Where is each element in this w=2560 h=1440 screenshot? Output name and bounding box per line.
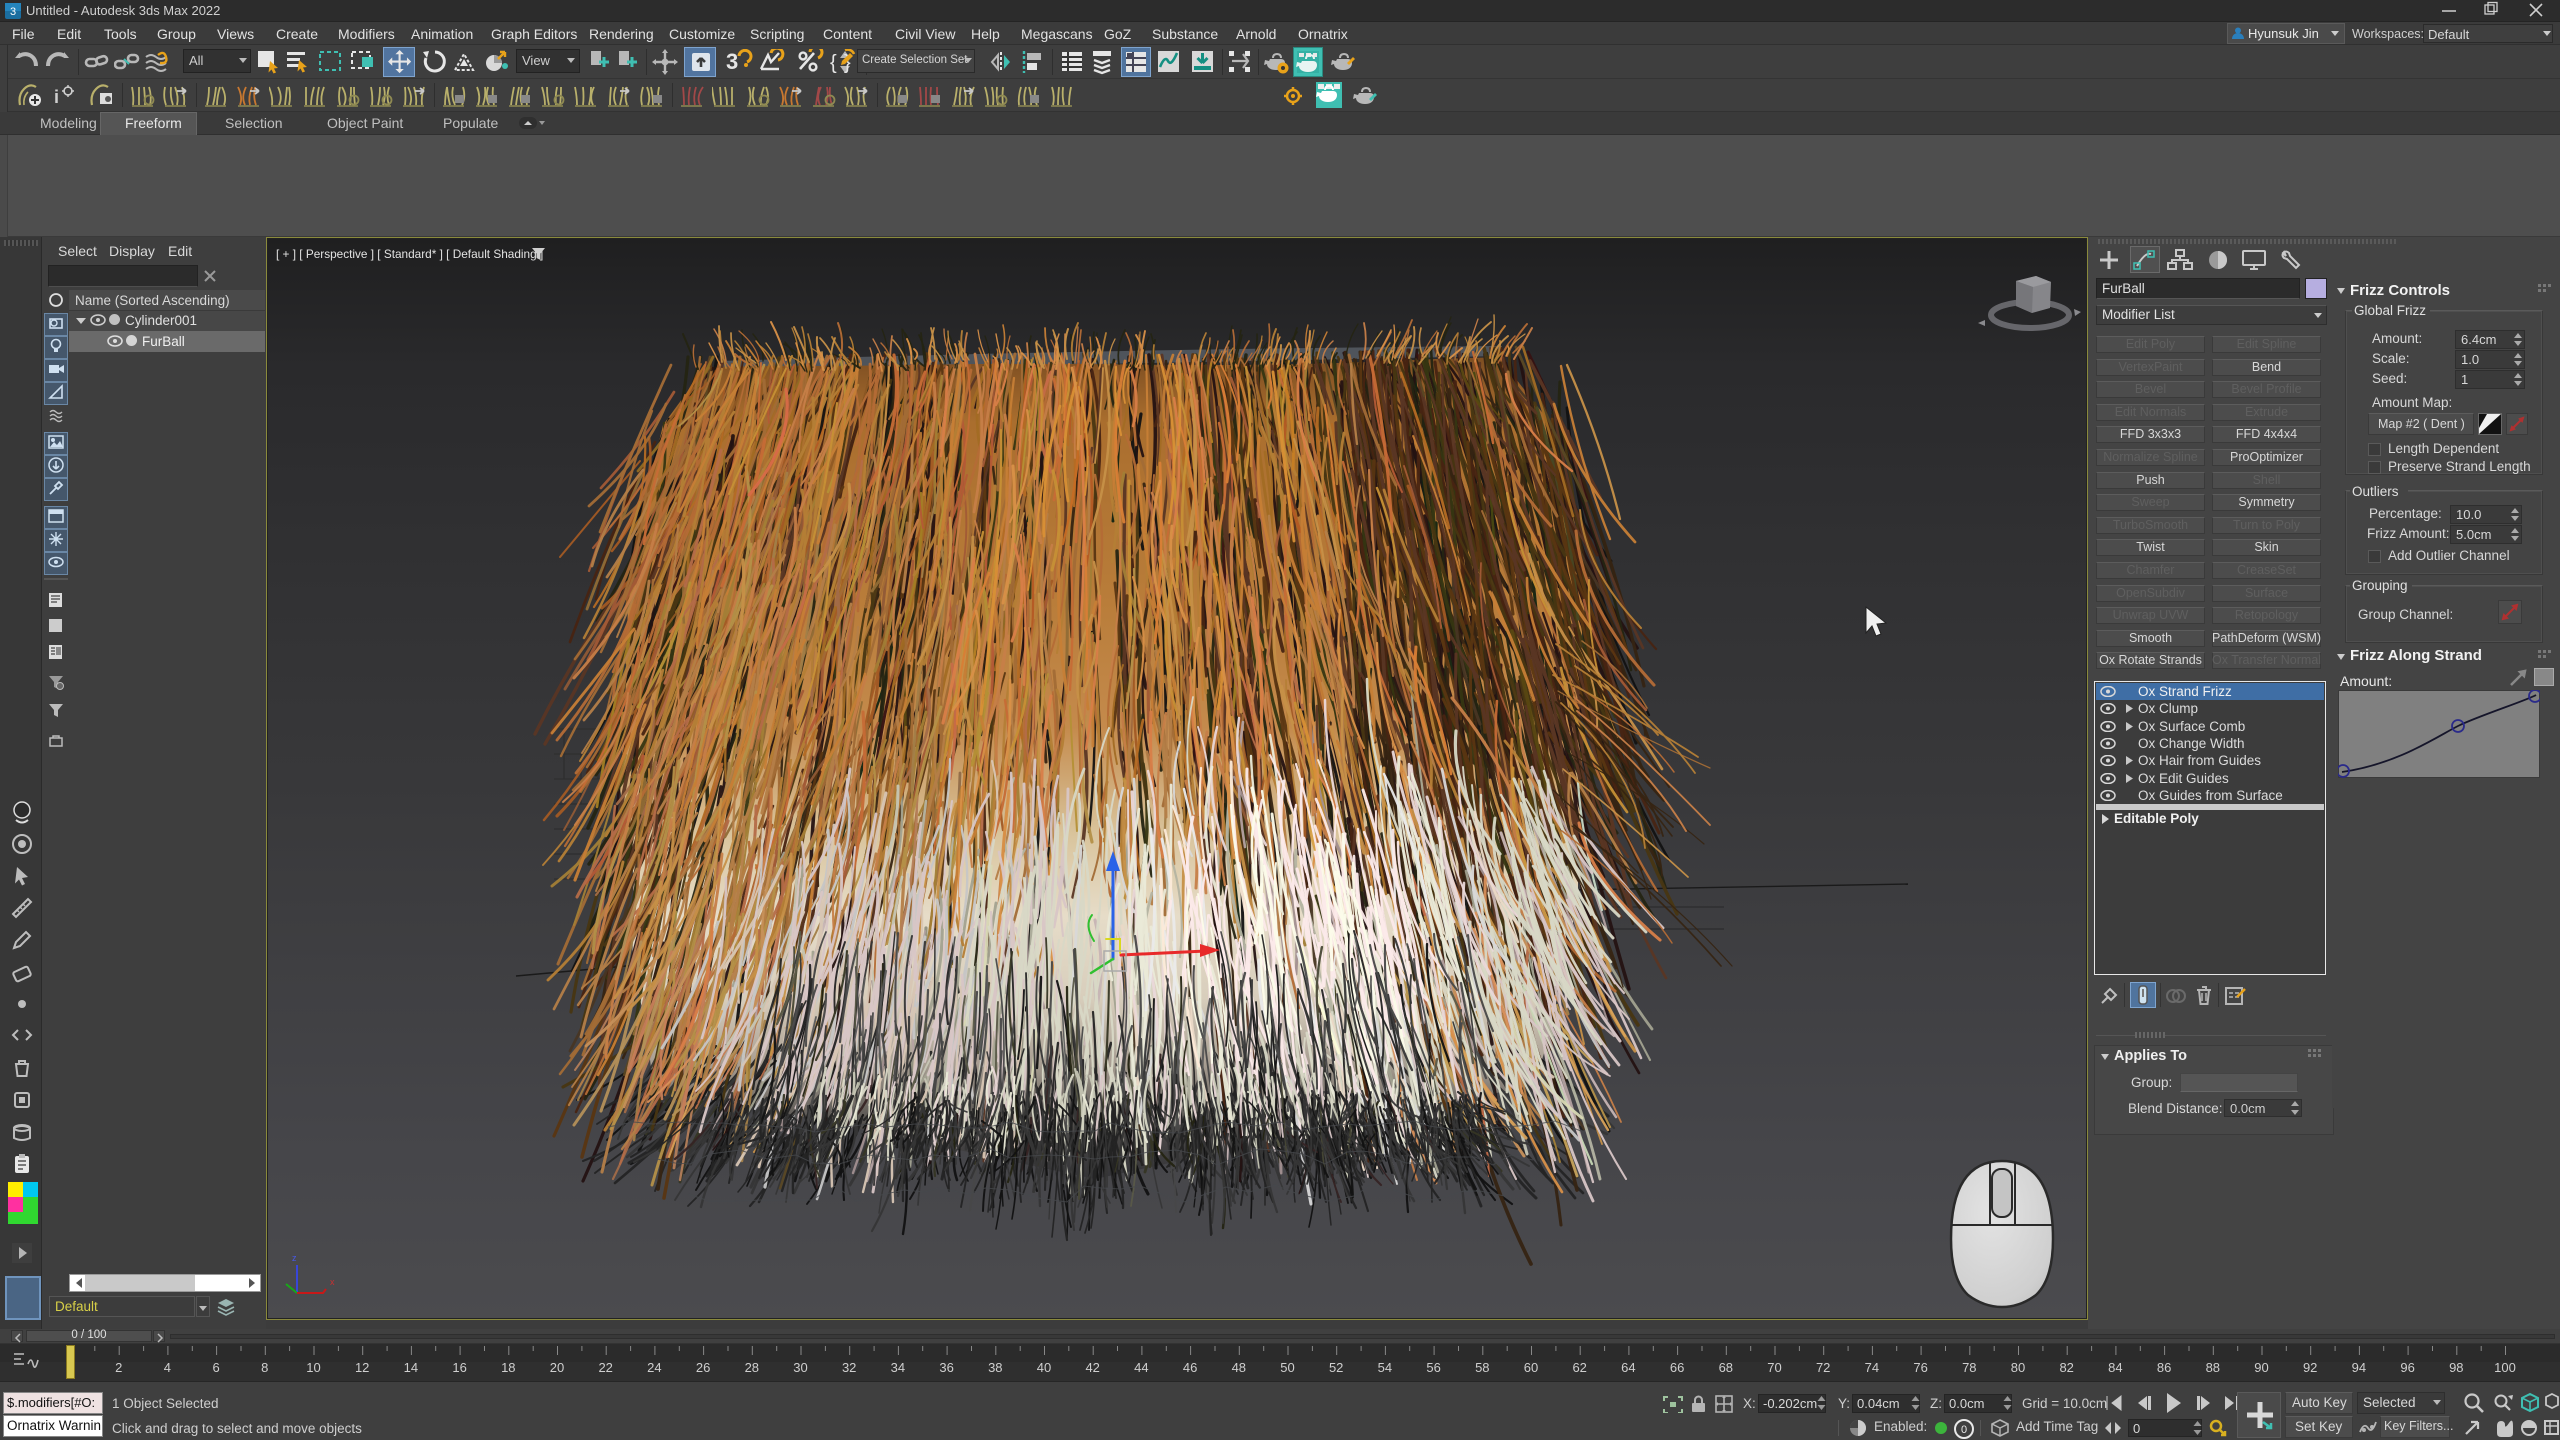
svg-text:86: 86	[2157, 1360, 2171, 1375]
svg-text:44: 44	[1134, 1360, 1148, 1375]
svg-text:38: 38	[988, 1360, 1002, 1375]
svg-text:62: 62	[1572, 1360, 1586, 1375]
svg-text:80: 80	[2011, 1360, 2025, 1375]
svg-text:i: i	[54, 87, 59, 107]
svg-text:14: 14	[404, 1360, 418, 1375]
svg-text:10: 10	[306, 1360, 320, 1375]
svg-text:[ + ] [ Perspective ] [ Standa: [ + ] [ Perspective ] [ Standard* ] [ De…	[276, 247, 543, 261]
svg-text:{: {	[830, 52, 837, 74]
svg-text:16: 16	[452, 1360, 466, 1375]
svg-text:20: 20	[550, 1360, 564, 1375]
svg-text:78: 78	[1962, 1360, 1976, 1375]
svg-text:42: 42	[1085, 1360, 1099, 1375]
svg-text:52: 52	[1329, 1360, 1343, 1375]
svg-text:60: 60	[1524, 1360, 1538, 1375]
svg-text:82: 82	[2059, 1360, 2073, 1375]
svg-text:32: 32	[842, 1360, 856, 1375]
svg-text:0: 0	[1961, 1424, 1967, 1436]
svg-text:88: 88	[2206, 1360, 2220, 1375]
svg-text:8: 8	[261, 1360, 268, 1375]
svg-text:98: 98	[2449, 1360, 2463, 1375]
svg-text:72: 72	[1816, 1360, 1830, 1375]
svg-text:94: 94	[2352, 1360, 2366, 1375]
svg-text:70: 70	[1767, 1360, 1781, 1375]
svg-text:3: 3	[726, 49, 738, 74]
svg-text:18: 18	[501, 1360, 515, 1375]
svg-text:26: 26	[696, 1360, 710, 1375]
svg-text:92: 92	[2303, 1360, 2317, 1375]
svg-text:76: 76	[1913, 1360, 1927, 1375]
svg-text:12: 12	[355, 1360, 369, 1375]
svg-text:36: 36	[939, 1360, 953, 1375]
svg-text:24: 24	[647, 1360, 661, 1375]
svg-text:96: 96	[2400, 1360, 2414, 1375]
svg-text:54: 54	[1378, 1360, 1392, 1375]
svg-text:z: z	[292, 1253, 297, 1263]
svg-text:30: 30	[793, 1360, 807, 1375]
svg-text:66: 66	[1670, 1360, 1684, 1375]
svg-text:2: 2	[115, 1360, 122, 1375]
svg-text:100: 100	[2494, 1360, 2516, 1375]
svg-text:28: 28	[745, 1360, 759, 1375]
svg-text:58: 58	[1475, 1360, 1489, 1375]
svg-text:90: 90	[2254, 1360, 2268, 1375]
svg-text:46: 46	[1183, 1360, 1197, 1375]
svg-text:64: 64	[1621, 1360, 1635, 1375]
svg-text:34: 34	[891, 1360, 905, 1375]
svg-text:48: 48	[1232, 1360, 1246, 1375]
svg-text:84: 84	[2108, 1360, 2122, 1375]
svg-text:56: 56	[1426, 1360, 1440, 1375]
svg-text:40: 40	[1037, 1360, 1051, 1375]
svg-text:3: 3	[10, 6, 16, 18]
svg-text:68: 68	[1719, 1360, 1733, 1375]
svg-text:22: 22	[598, 1360, 612, 1375]
svg-text:74: 74	[1865, 1360, 1879, 1375]
svg-text:4: 4	[164, 1360, 171, 1375]
svg-text:6: 6	[212, 1360, 219, 1375]
svg-text:50: 50	[1280, 1360, 1294, 1375]
svg-text:x: x	[330, 1277, 335, 1287]
